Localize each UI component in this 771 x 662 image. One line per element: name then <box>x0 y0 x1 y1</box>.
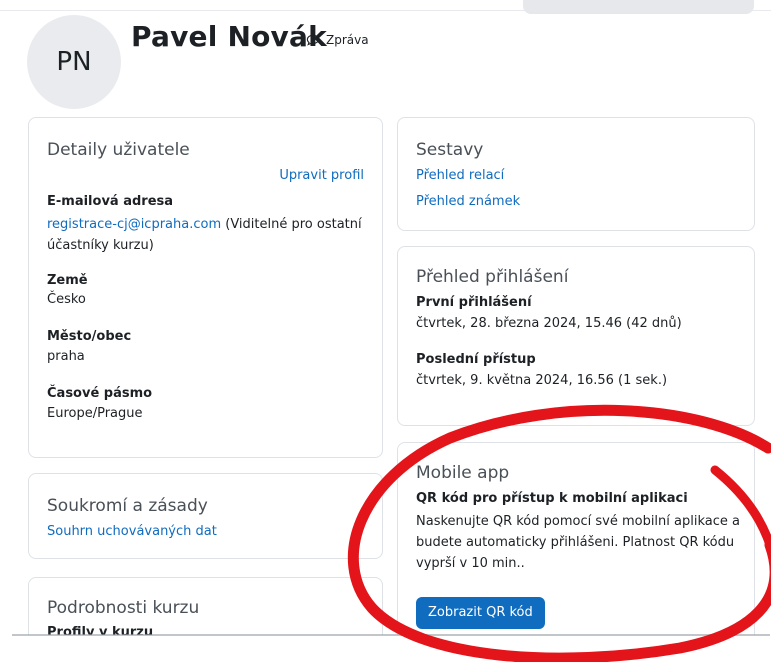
data-summary-link[interactable]: Souhrn uchovávaných dat <box>47 524 217 539</box>
privacy-card: Soukromí a zásady Souhrn uchovávaných da… <box>28 473 383 559</box>
page-title: Pavel Novák <box>131 20 327 53</box>
login-overview-card: Přehled přihlášení První přihlášení čtvr… <box>397 246 755 426</box>
session-report-link[interactable]: Přehled relací <box>416 168 504 183</box>
first-login-label: První přihlášení <box>416 295 532 310</box>
country-label: Země <box>47 273 88 288</box>
last-access-value: čtvrtek, 9. května 2024, 16.56 (1 sek.) <box>416 373 668 388</box>
privacy-title: Soukromí a zásady <box>47 496 208 516</box>
city-value: praha <box>47 349 85 364</box>
city-label: Město/obec <box>47 329 132 344</box>
qr-description: Naskenujte QR kód pomocí své mobilní apl… <box>416 511 751 574</box>
email-note-cont: účastníky kurzu) <box>47 238 154 253</box>
avatar-initials: PN <box>56 47 92 77</box>
email-link[interactable]: registrace-cj@icpraha.com <box>47 217 221 232</box>
first-login-value: čtvrtek, 28. března 2024, 15.46 (42 dnů) <box>416 316 682 331</box>
reports-card: Sestavy Přehled relací Přehled známek <box>397 117 755 231</box>
user-details-title: Detaily uživatele <box>47 140 190 160</box>
qr-text-line-3: vyprší v 10 min.. <box>416 556 525 571</box>
qr-heading: QR kód pro přístup k mobilní aplikaci <box>416 491 688 506</box>
edit-profile-link[interactable]: Upravit profil <box>279 168 364 183</box>
email-note: (Viditelné pro ostatní <box>221 217 362 232</box>
login-overview-title: Přehled přihlášení <box>416 267 569 287</box>
message-label: Zpráva <box>326 33 369 47</box>
qr-text-line-1: Naskenujte QR kód pomocí své mobilní apl… <box>416 514 740 529</box>
speech-bubble-icon <box>306 34 320 46</box>
avatar: PN <box>27 15 121 109</box>
user-details-card: Detaily uživatele Upravit profil E-mailo… <box>28 117 383 458</box>
timezone-label: Časové pásmo <box>47 386 153 401</box>
email-label: E-mailová adresa <box>47 194 174 209</box>
mobile-app-card: Mobile app QR kód pro přístup k mobilní … <box>397 442 755 652</box>
timezone-value: Europe/Prague <box>47 406 143 421</box>
page-bottom-edge <box>0 635 771 662</box>
mobile-app-title: Mobile app <box>416 463 510 483</box>
email-field: registrace-cj@icpraha.com (Viditelné pro… <box>47 214 377 256</box>
grades-report-link[interactable]: Přehled známek <box>416 194 520 209</box>
window-edge-shadow <box>12 634 770 636</box>
show-qr-code-button[interactable]: Zobrazit QR kód <box>416 597 545 629</box>
message-button[interactable]: Zpráva <box>306 33 369 47</box>
last-access-label: Poslední přístup <box>416 352 536 367</box>
reports-title: Sestavy <box>416 140 484 160</box>
header-action-area <box>523 0 754 14</box>
qr-text-line-2: budete automaticky přihlášeni. Platnost … <box>416 535 735 550</box>
country-value: Česko <box>47 292 86 307</box>
course-details-title: Podrobnosti kurzu <box>47 598 200 618</box>
